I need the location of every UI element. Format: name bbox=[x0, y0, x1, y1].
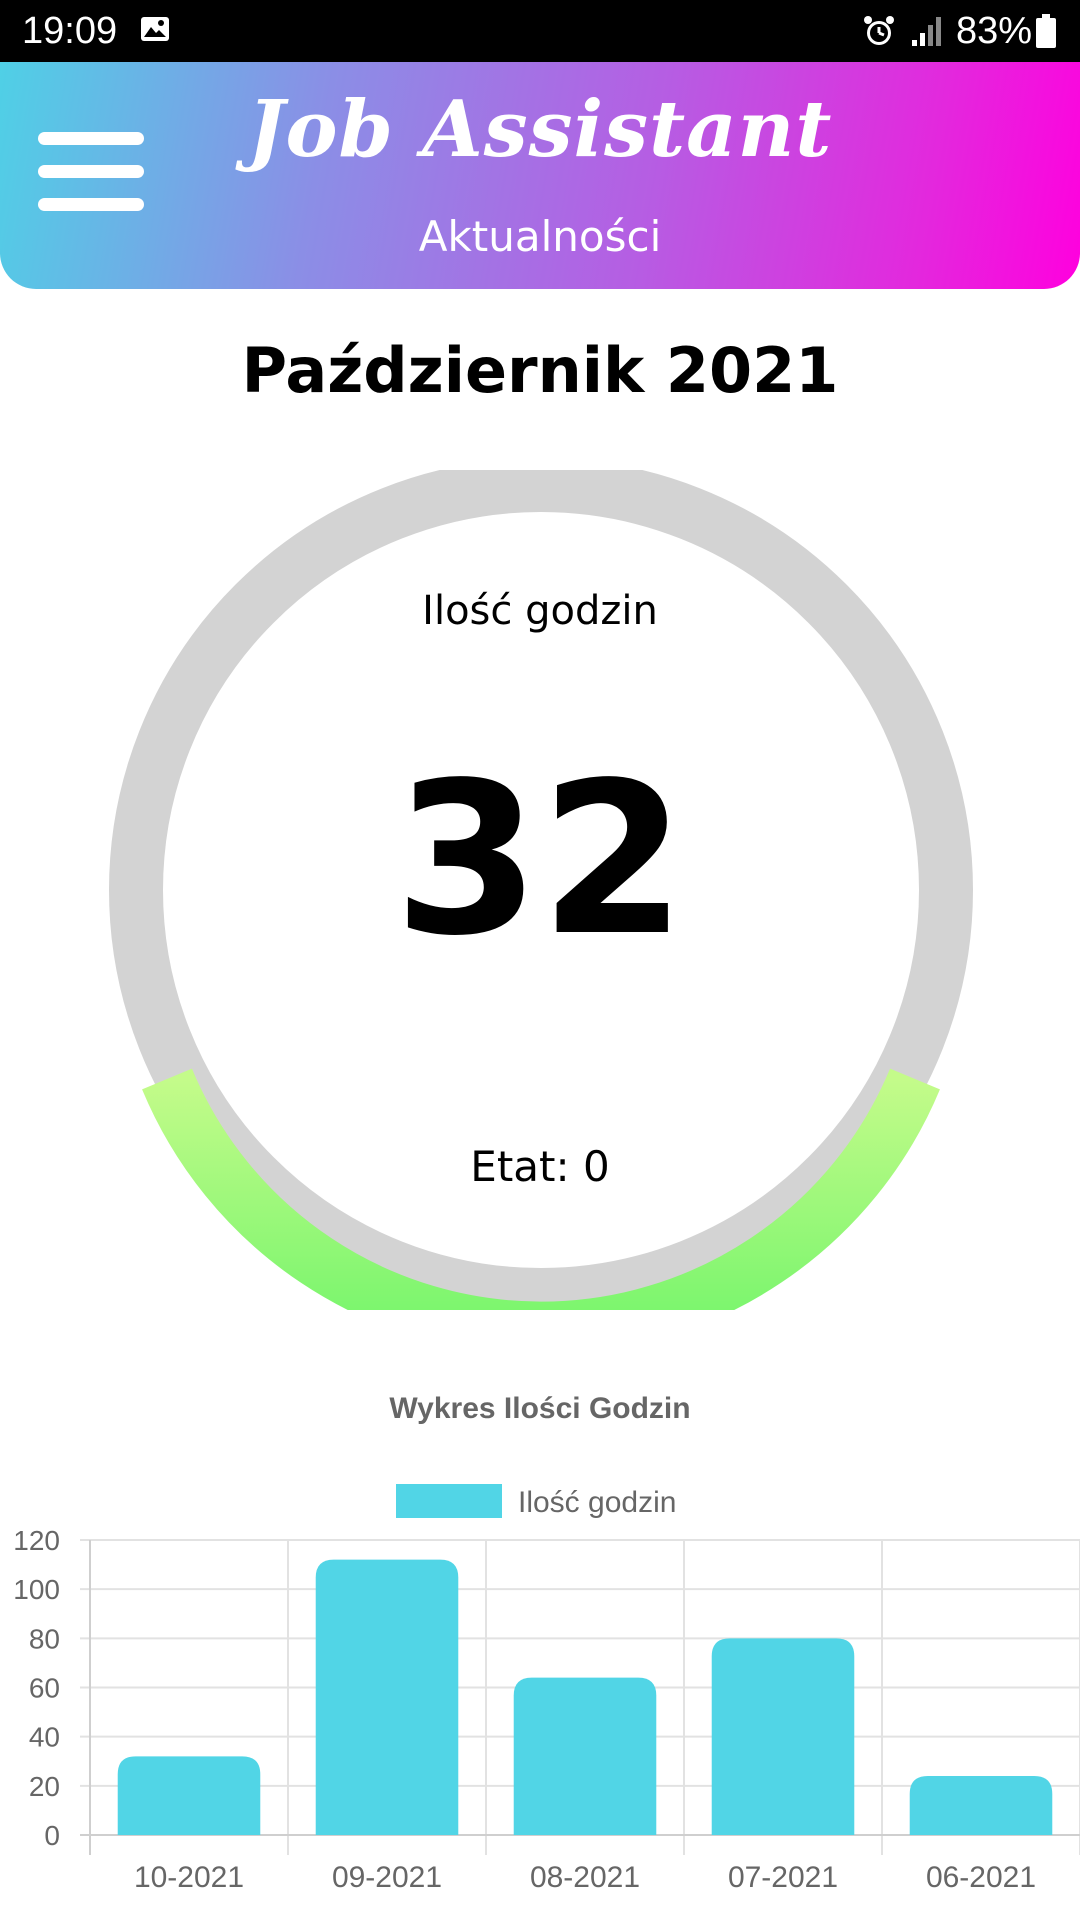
page-subtitle: Aktualności bbox=[418, 212, 662, 261]
legend-swatch bbox=[396, 1484, 502, 1518]
image-icon bbox=[141, 17, 169, 41]
app-header: Job Assistant Aktualności bbox=[0, 62, 1080, 289]
alarm-icon bbox=[864, 16, 894, 45]
x-tick-label: 07-2021 bbox=[728, 1861, 838, 1894]
status-bar: 19:09 83% bbox=[0, 0, 1080, 62]
bar-06-2021 bbox=[909, 1776, 1053, 1835]
y-tick-label: 120 bbox=[13, 1525, 60, 1556]
signal-icon bbox=[912, 17, 941, 46]
y-tick-label: 40 bbox=[29, 1722, 60, 1753]
y-tick-label: 20 bbox=[29, 1771, 60, 1802]
hours-value: 32 bbox=[393, 737, 687, 982]
app-title: Job Assistant bbox=[247, 84, 833, 175]
status-time: 19:09 bbox=[22, 10, 118, 52]
hours-bar-chart: Ilość godzin 0 20 40 60 80 100 120 10-2021 09-202… bbox=[13, 1484, 1080, 1894]
x-tick-label: 10-2021 bbox=[134, 1861, 244, 1894]
bar-07-2021 bbox=[711, 1638, 855, 1835]
bar-09-2021 bbox=[315, 1559, 459, 1835]
x-tick-label: 08-2021 bbox=[530, 1861, 640, 1894]
gauge-label: Ilość godzin bbox=[422, 588, 658, 634]
chart-title: Wykres Ilości Godzin bbox=[389, 1392, 691, 1425]
bar-08-2021 bbox=[513, 1677, 657, 1835]
month-title: Październik 2021 bbox=[241, 334, 839, 407]
y-tick-label: 0 bbox=[44, 1820, 60, 1851]
y-tick-label: 80 bbox=[29, 1623, 60, 1654]
y-tick-label: 60 bbox=[29, 1673, 60, 1704]
legend-label: Ilość godzin bbox=[518, 1486, 676, 1519]
bar-10-2021 bbox=[117, 1756, 261, 1835]
x-tick-label: 09-2021 bbox=[332, 1861, 442, 1894]
battery-icon bbox=[1036, 14, 1056, 48]
etat-label: Etat: 0 bbox=[470, 1142, 610, 1191]
x-tick-label: 06-2021 bbox=[926, 1861, 1036, 1894]
battery-percent: 83% bbox=[956, 10, 1033, 52]
y-tick-label: 100 bbox=[13, 1574, 60, 1605]
